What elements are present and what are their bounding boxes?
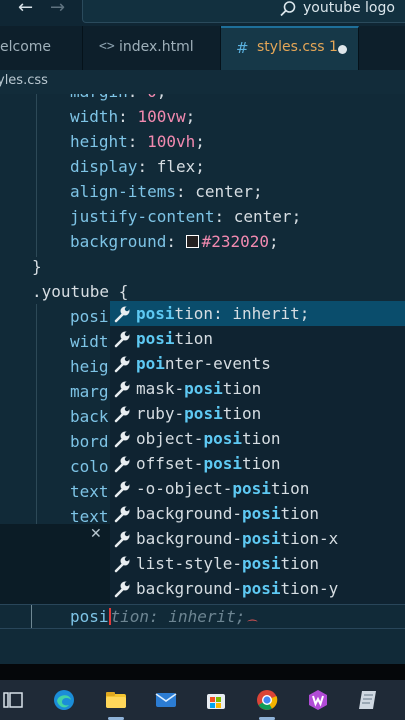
suggestion-item[interactable]: position [110, 326, 405, 351]
indent-guide [36, 94, 37, 257]
code-line: colo [70, 457, 109, 476]
wps-office-icon[interactable] [306, 688, 330, 712]
code-line: display: flex; [70, 157, 205, 176]
property-wrench-icon [114, 331, 130, 348]
property-wrench-icon [114, 556, 130, 573]
suggestion-label: background-position-x [136, 529, 339, 548]
suggestion-label: ruby-position [136, 404, 262, 423]
property-wrench-icon [114, 581, 130, 598]
close-icon[interactable]: ✕ [90, 526, 102, 542]
tab-bar: elcome <> index.html # styles.css 1 [0, 26, 405, 70]
indent-guide [36, 304, 37, 529]
microsoft-store-icon[interactable] [204, 688, 228, 712]
suggestion-label: list-style-position [136, 554, 320, 573]
color-swatch[interactable] [185, 235, 199, 248]
mail-icon[interactable] [154, 688, 178, 712]
code-line: align-items: center; [70, 182, 263, 201]
task-view-icon[interactable] [1, 688, 25, 712]
suggestion-label: pointer-events [136, 354, 271, 373]
css-file-icon: # [236, 39, 249, 57]
suggestion-label: object-position [136, 429, 281, 448]
search-text: youtube logo [303, 0, 395, 16]
property-wrench-icon [114, 456, 130, 473]
suggestion-label: position [136, 329, 214, 348]
forward-arrow-icon[interactable]: → [50, 0, 65, 18]
suggestion-label: offset-position [136, 454, 281, 473]
error-squiggle: ⁀ [248, 620, 257, 633]
suggestion-label: background-position-y [136, 579, 339, 598]
property-wrench-icon [114, 306, 130, 323]
suggestion-item[interactable]: -o-object-position [110, 476, 405, 501]
suggestion-item[interactable]: mask-position [110, 376, 405, 401]
breadcrumb-file[interactable]: yles.css [0, 73, 48, 88]
suggestion-widget: position: inherit; position pointer-events… [110, 301, 405, 604]
current-line[interactable]: posi tion: inherit; ⁀ [0, 604, 405, 633]
html-file-icon: <> [99, 39, 115, 54]
property-wrench-icon [114, 431, 130, 448]
suggestion-item[interactable]: list-style-position [110, 551, 405, 576]
edge-browser-icon[interactable] [52, 688, 76, 712]
code-line: height: 100vh; [70, 132, 205, 151]
suggestion-label: mask-position [136, 379, 262, 398]
suggestion-item[interactable]: pointer-events [110, 351, 405, 376]
suggestion-item[interactable]: background-position-x [110, 526, 405, 551]
suggestion-item[interactable]: background-position-y [110, 576, 405, 601]
property-wrench-icon [114, 406, 130, 423]
unsaved-dot-icon[interactable] [338, 45, 347, 54]
file-explorer-icon[interactable] [104, 688, 128, 712]
chrome-icon[interactable] [255, 688, 279, 712]
taskbar [0, 680, 405, 720]
code-line: } [32, 257, 42, 276]
tab-label: elcome [0, 39, 52, 55]
property-wrench-icon [114, 506, 130, 523]
suggestion-label: background-position [136, 504, 320, 523]
code-line: marg [70, 382, 109, 401]
tab-label: styles.css 1 [257, 39, 338, 55]
property-wrench-icon [114, 531, 130, 548]
typed-text: posi tion: inherit; [70, 607, 246, 626]
property-wrench-icon [114, 481, 130, 498]
code-line: width: 100vw; [70, 107, 196, 126]
suggestion-item[interactable]: background-position [110, 501, 405, 526]
code-line: back [70, 407, 109, 426]
code-line: background: #232020; [70, 232, 279, 251]
back-arrow-icon[interactable]: ← [18, 0, 33, 18]
property-wrench-icon [114, 381, 130, 398]
tab-index-html[interactable]: <> index.html [83, 26, 221, 70]
tab-styles-css[interactable]: # styles.css 1 [221, 26, 359, 70]
suggestion-label: position: inherit; [136, 304, 310, 323]
tab-welcome[interactable]: elcome [0, 26, 83, 70]
command-center-search[interactable]: youtube logo [82, 0, 405, 23]
suggestion-label: -o-object-position [136, 479, 310, 498]
suggestion-item[interactable]: object-position [110, 426, 405, 451]
code-line: justify-content: center; [70, 207, 302, 226]
code-line: bord [70, 432, 109, 451]
code-line: widt [70, 332, 109, 351]
code-line: heig [70, 357, 109, 376]
suggestion-item[interactable]: offset-position [110, 451, 405, 476]
tab-label: index.html [119, 39, 194, 55]
suggestion-item[interactable]: ruby-position [110, 401, 405, 426]
code-line: margin: 0; [70, 94, 166, 104]
code-line: posi [70, 307, 109, 326]
suggestion-item[interactable]: position: inherit; [110, 301, 405, 326]
title-bar: ← → youtube logo [0, 0, 405, 26]
property-wrench-icon [114, 356, 130, 373]
notepad-icon[interactable] [356, 688, 380, 712]
breadcrumb: yles.css [0, 70, 405, 94]
search-icon [280, 1, 296, 17]
code-line: text [70, 482, 109, 501]
